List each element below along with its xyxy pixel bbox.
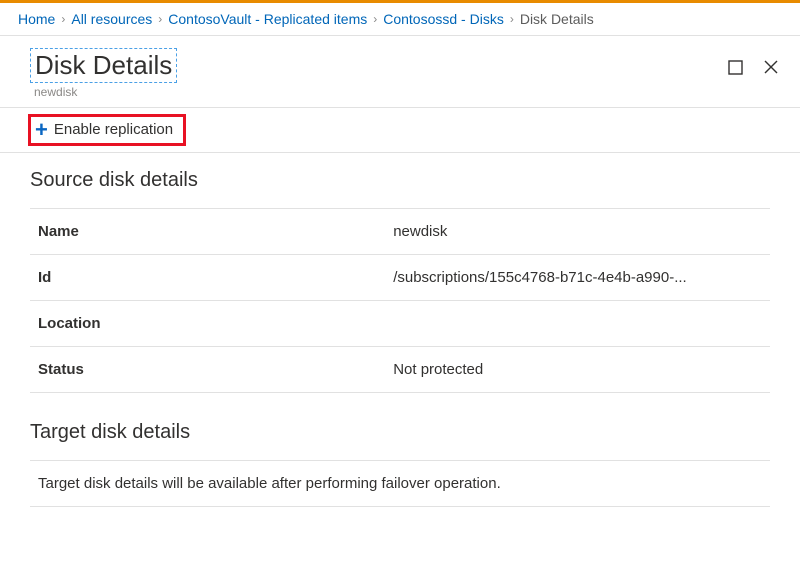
breadcrumb-link-disks[interactable]: Contosossd - Disks bbox=[383, 11, 504, 27]
toolbar: + Enable replication bbox=[0, 107, 800, 153]
target-info-text: Target disk details will be available af… bbox=[30, 460, 770, 507]
row-value: newdisk bbox=[385, 208, 770, 254]
table-row: Location bbox=[30, 300, 770, 346]
table-row: Status Not protected bbox=[30, 346, 770, 392]
source-details-table: Name newdisk Id /subscriptions/155c4768-… bbox=[30, 208, 770, 393]
chevron-right-icon: › bbox=[158, 12, 162, 26]
chevron-right-icon: › bbox=[510, 12, 514, 26]
row-label: Status bbox=[30, 346, 385, 392]
row-label: Name bbox=[30, 208, 385, 254]
table-row: Name newdisk bbox=[30, 208, 770, 254]
target-section-title: Target disk details bbox=[30, 421, 770, 444]
plus-icon: + bbox=[35, 119, 48, 141]
page-header: Disk Details newdisk bbox=[0, 36, 800, 107]
close-icon[interactable] bbox=[762, 58, 780, 76]
breadcrumb-link-vault[interactable]: ContosoVault - Replicated items bbox=[168, 11, 367, 27]
page-title: Disk Details bbox=[30, 48, 177, 83]
row-value: /subscriptions/155c4768-b71c-4e4b-a990-.… bbox=[385, 254, 770, 300]
page-subtitle: newdisk bbox=[30, 85, 177, 99]
enable-replication-button[interactable]: + Enable replication bbox=[28, 114, 186, 146]
source-section-title: Source disk details bbox=[30, 169, 770, 192]
row-label: Location bbox=[30, 300, 385, 346]
breadcrumb-current: Disk Details bbox=[520, 11, 594, 27]
table-row: Id /subscriptions/155c4768-b71c-4e4b-a99… bbox=[30, 254, 770, 300]
row-value: Not protected bbox=[385, 346, 770, 392]
enable-replication-label: Enable replication bbox=[54, 121, 173, 138]
chevron-right-icon: › bbox=[61, 12, 65, 26]
row-label: Id bbox=[30, 254, 385, 300]
breadcrumb-link-all-resources[interactable]: All resources bbox=[71, 11, 152, 27]
breadcrumb-link-home[interactable]: Home bbox=[18, 11, 55, 27]
row-value bbox=[385, 300, 770, 346]
restore-icon[interactable] bbox=[726, 58, 744, 76]
chevron-right-icon: › bbox=[373, 12, 377, 26]
content-area: Source disk details Name newdisk Id /sub… bbox=[0, 153, 800, 507]
breadcrumb: Home › All resources › ContosoVault - Re… bbox=[0, 3, 800, 36]
